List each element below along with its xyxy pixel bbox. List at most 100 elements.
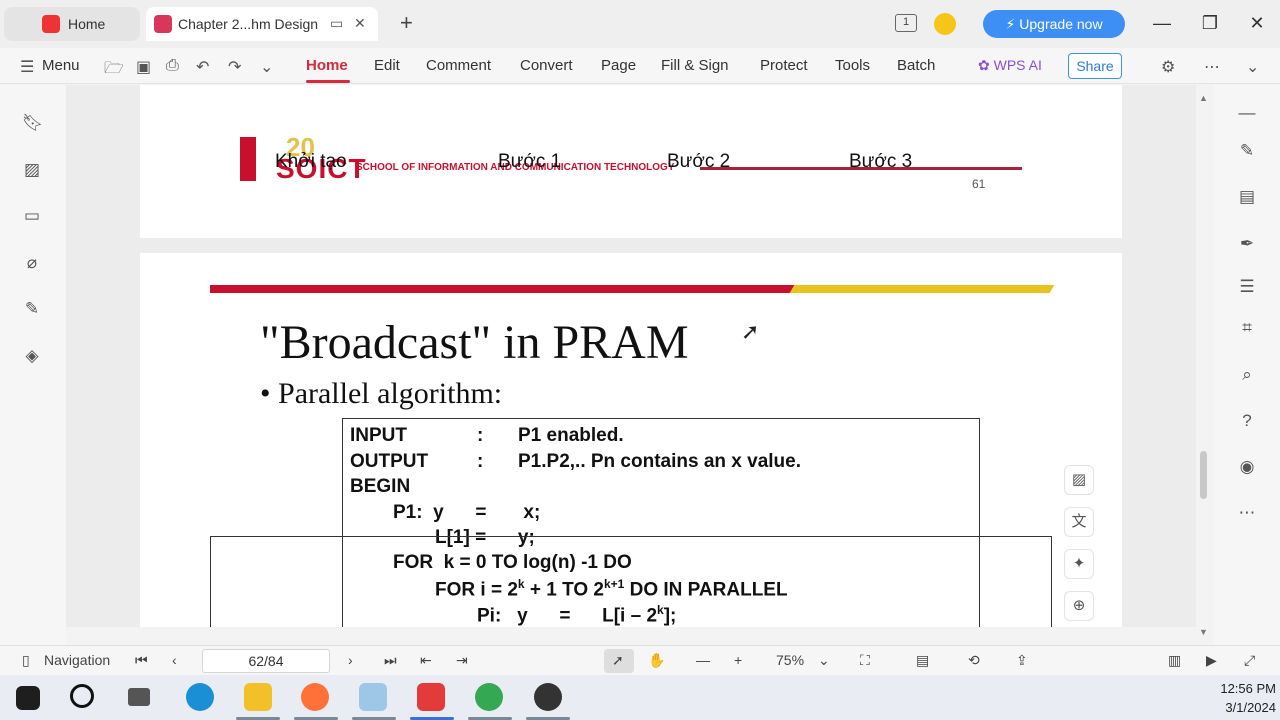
fullscreen-icon[interactable]: ⤢	[1244, 652, 1255, 669]
forward-icon[interactable]: ⇥	[456, 652, 468, 669]
zoom-in-float-icon[interactable]: ⊕	[1064, 591, 1094, 621]
menu-home[interactable]: Home	[306, 57, 348, 74]
document-tool-icon[interactable]: ▤	[1236, 187, 1258, 207]
select-arrow-icon[interactable]: ➚	[612, 652, 624, 669]
close-tab-icon[interactable]: ✕	[354, 15, 366, 32]
layers-icon[interactable]: ◈	[22, 346, 42, 366]
play-icon[interactable]: ▶	[1206, 652, 1217, 669]
format-icon[interactable]: ☰	[1236, 277, 1258, 297]
bookmark-icon[interactable]: 🔖︎	[22, 113, 44, 133]
vertical-scrollbar[interactable]: ▲ ▼	[1198, 93, 1208, 637]
hand-tool-icon[interactable]: ✋	[648, 652, 665, 669]
document-viewport[interactable]: 20 SOICT SCHOOL OF INFORMATION AND COMMU…	[66, 85, 1196, 627]
edge-browser-icon[interactable]	[186, 683, 214, 711]
rotate-icon[interactable]: ⟲	[968, 652, 980, 669]
translate-icon[interactable]: 文	[1064, 507, 1094, 537]
collapse-chevron-icon[interactable]: ⌄	[1246, 57, 1259, 77]
thumbnail-icon[interactable]: ▨	[22, 160, 42, 180]
cube-app-icon[interactable]	[359, 683, 387, 711]
fit-page-icon[interactable]: ⛶	[860, 652, 870, 669]
navigation-button[interactable]: Navigation	[44, 652, 110, 668]
ai-image-icon[interactable]: ✦	[1064, 549, 1094, 579]
file-explorer-icon[interactable]	[244, 683, 272, 711]
edit-icon[interactable]: ✎	[1236, 141, 1258, 161]
save-icon[interactable]: ▣	[136, 57, 151, 77]
wps-office-icon[interactable]	[417, 683, 445, 711]
menu-page[interactable]: Page	[601, 57, 636, 74]
system-clock[interactable]: 12:56 PM 3/1/2024	[1200, 679, 1276, 717]
attachment-icon[interactable]: ⌀	[22, 253, 42, 273]
chevron-down-icon[interactable]: ⌄	[260, 57, 273, 77]
restore-icon[interactable]: ❐	[1198, 12, 1222, 34]
scroll-up-icon[interactable]: ▲	[1199, 93, 1208, 103]
window-icon[interactable]: ▭	[330, 15, 343, 32]
tab-document[interactable]: Chapter 2...hm Design ▭ ✕	[146, 7, 378, 41]
wps-ai-button[interactable]: ✿ WPS AI	[978, 57, 1042, 74]
task-view-icon[interactable]	[128, 688, 150, 706]
zoom-dropdown-icon[interactable]: ⌄	[818, 652, 830, 669]
image-tool-icon[interactable]: ▨	[1064, 465, 1094, 495]
step-init: Khởi tạo	[275, 151, 347, 172]
menu-button[interactable]: Menu	[42, 57, 80, 74]
scroll-down-icon[interactable]: ▼	[1199, 627, 1208, 637]
page-number-input[interactable]: 62/84	[202, 649, 330, 673]
search-taskbar-icon[interactable]	[70, 684, 94, 708]
lightning-icon: ⚡	[1005, 15, 1016, 32]
right-sidebar: — ✎ ▤ ✒ ☰ ⌗ ⌕ ? ◉ ⋯	[1214, 85, 1280, 645]
first-page-icon[interactable]: ⏮	[135, 652, 148, 669]
search-icon[interactable]: ⌕	[1236, 365, 1258, 385]
firefox-icon[interactable]	[301, 683, 329, 711]
menu-comment[interactable]: Comment	[426, 57, 491, 74]
undo-icon[interactable]: ↶	[196, 57, 209, 77]
new-tab-icon[interactable]: +	[400, 12, 413, 34]
zoom-out-icon[interactable]: —	[696, 652, 710, 668]
coin-icon[interactable]	[934, 13, 956, 35]
last-page-icon[interactable]: ⏭	[384, 652, 397, 669]
menu-batch[interactable]: Batch	[897, 57, 935, 74]
navigation-icon[interactable]: ▯	[22, 652, 30, 669]
ai-sparkle-icon: ✿	[978, 57, 994, 73]
hamburger-icon[interactable]: ☰	[20, 57, 34, 77]
share-button[interactable]: Share	[1068, 53, 1122, 79]
close-window-icon[interactable]: ✕	[1245, 12, 1269, 34]
scroll-thumb[interactable]	[1200, 451, 1207, 499]
more-icon[interactable]: ⋯	[1204, 57, 1220, 77]
title-bar: Home Chapter 2...hm Design ▭ ✕ + 1 ⚡ Upg…	[0, 0, 1280, 48]
mouse-cursor-icon: ➚	[741, 319, 760, 344]
clock-time: 12:56 PM	[1220, 681, 1276, 696]
menu-fill-sign[interactable]: Fill & Sign	[661, 57, 729, 74]
page-view-icon[interactable]: ▤	[916, 652, 929, 669]
scan-icon[interactable]: ⌗	[1236, 318, 1258, 338]
redo-icon[interactable]: ↷	[228, 57, 241, 77]
clock-date: 3/1/2024	[1225, 700, 1276, 715]
signature-icon[interactable]: ✎	[22, 299, 42, 319]
prev-page-icon[interactable]: ‹	[172, 652, 177, 668]
help-icon[interactable]: ?	[1236, 411, 1258, 431]
open-folder-icon[interactable]: 🗁	[104, 57, 124, 84]
obs-app-icon[interactable]	[534, 683, 562, 711]
reading-mode-icon[interactable]: ▥	[1168, 652, 1181, 669]
next-page-icon[interactable]: ›	[348, 652, 353, 668]
eye-icon[interactable]: ◉	[1236, 457, 1258, 477]
comment-icon[interactable]: ▭	[22, 206, 42, 226]
export-icon[interactable]: ⇪	[1016, 652, 1028, 669]
zoom-level[interactable]: 75%	[776, 652, 804, 668]
minimize-icon[interactable]: —	[1150, 12, 1174, 34]
pen-icon[interactable]: ✒	[1236, 234, 1258, 254]
settings-gear-icon[interactable]: ⚙	[1161, 57, 1175, 77]
menu-tools[interactable]: Tools	[835, 57, 870, 74]
notification-badge[interactable]: 1	[895, 14, 917, 32]
menu-convert[interactable]: Convert	[520, 57, 573, 74]
windows-start-icon[interactable]	[16, 686, 40, 710]
upgrade-button[interactable]: ⚡ Upgrade now	[983, 10, 1125, 38]
more-tools-icon[interactable]: ⋯	[1236, 503, 1258, 523]
menu-protect[interactable]: Protect	[760, 57, 808, 74]
code-p1: P1: y = x;	[393, 502, 541, 523]
outer-box	[210, 536, 1052, 627]
print-icon[interactable]: ⎙	[166, 57, 179, 75]
menu-edit[interactable]: Edit	[374, 57, 400, 74]
back-icon[interactable]: ⇤	[420, 652, 432, 669]
tab-home[interactable]: Home	[4, 7, 140, 41]
chrome-icon[interactable]	[475, 683, 503, 711]
zoom-in-icon[interactable]: +	[734, 652, 742, 668]
